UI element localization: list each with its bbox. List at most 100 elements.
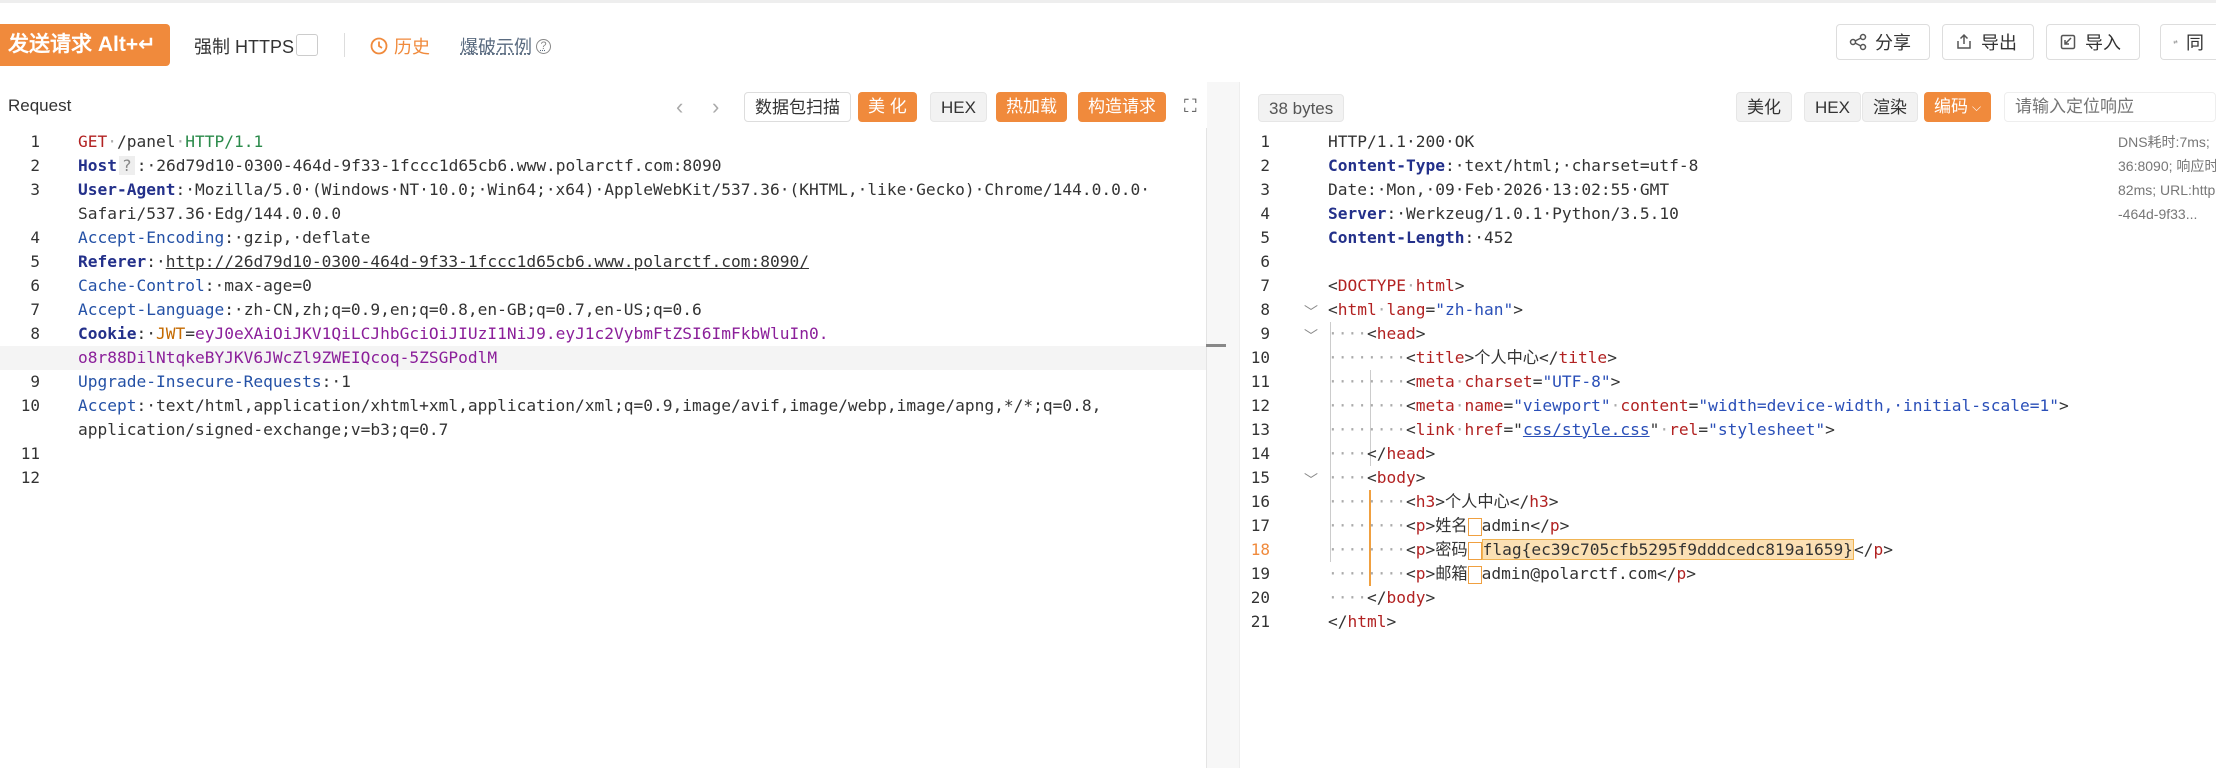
line-number: 1: [1260, 132, 1270, 151]
resp-hex-button[interactable]: HEX: [1804, 92, 1861, 122]
referer-link[interactable]: http://26d79d10-0300-464d-9f33-1fccc1d65…: [166, 252, 809, 271]
line-number: 9: [1260, 324, 1270, 343]
html-line: ········<link·href="css/style.css"·rel="…: [1328, 420, 1835, 439]
header-key: Server: [1328, 204, 1387, 223]
http-method: GET: [78, 132, 108, 151]
html-line: <html·lang="zh-han">: [1328, 300, 1523, 319]
response-editor[interactable]: 1 2 3 4 5 6 7 8 9 10 11 12 13 14 15 16 1…: [1240, 130, 2216, 768]
request-editor[interactable]: 1 2 3 4 5 6 7 8 9 10 11 12 GET·/panel·HT…: [0, 130, 1206, 768]
packet-scan-button[interactable]: 数据包扫描: [744, 92, 851, 122]
field-value: admin: [1481, 516, 1531, 535]
line-number: 12: [20, 468, 40, 487]
header-line: Upgrade-Insecure-Requests:·1: [78, 372, 351, 391]
line-number: 4: [30, 228, 40, 247]
divider: [344, 33, 345, 57]
line-number: 5: [30, 252, 40, 271]
header-key: Content-Type: [1328, 156, 1445, 175]
resp-beautify-button[interactable]: 美化: [1736, 92, 1792, 122]
force-https-checkbox[interactable]: [296, 34, 318, 56]
render-button[interactable]: 渲染: [1862, 92, 1918, 122]
build-request-button[interactable]: 构造请求: [1078, 92, 1166, 122]
help-icon: ?: [536, 38, 551, 54]
fold-chevron-icon[interactable]: ﹀: [1304, 326, 1318, 346]
prev-arrow-icon[interactable]: ‹: [676, 94, 683, 120]
cut-off-button[interactable]: 同: [2160, 24, 2216, 60]
line-number: 8: [30, 324, 40, 343]
encode-dropdown[interactable]: 编码 ⌵: [1924, 92, 1992, 122]
header-key: Referer: [78, 252, 147, 271]
send-request-button[interactable]: 发送请求 Alt+↵: [0, 24, 170, 66]
css-link[interactable]: css/style.css: [1523, 420, 1650, 439]
attr-value: "zh-han": [1435, 300, 1514, 319]
fold-chevron-icon[interactable]: ﹀: [1304, 470, 1318, 490]
field-label: 姓名: [1435, 516, 1468, 535]
import-label: 导入: [2085, 33, 2121, 53]
html-line: </html>: [1328, 612, 1397, 631]
header-value: 1: [341, 372, 351, 391]
field-label: 密码: [1435, 540, 1468, 559]
bracket-marker: [1467, 565, 1482, 584]
html-line: ····<body>: [1328, 468, 1426, 487]
top-toolbar: 发送请求 Alt+↵ 强制 HTTPS 历史 爆破示例 ? 分享 导出 导入 同: [0, 0, 2216, 82]
history-button[interactable]: 历史: [370, 33, 430, 59]
header-value: application/signed-exchange;v=b3;q=0.7: [78, 420, 449, 439]
request-path: /panel: [117, 132, 176, 151]
burst-example-label: 爆破示例: [460, 37, 532, 57]
scroll-thumb[interactable]: [1206, 344, 1226, 347]
cookie-value: o8r88DilNtqkeBYJKV6JWcZl9ZWEIQcoq-5ZSGPo…: [78, 348, 498, 367]
line-number: 21: [1250, 612, 1270, 631]
line-number: 3: [30, 180, 40, 199]
header-value: Mozilla/5.0·(Windows·NT·10.0;·Win64;·x64…: [194, 180, 1151, 199]
share-button[interactable]: 分享: [1836, 24, 1930, 60]
header-line-wrap: o8r88DilNtqkeBYJKV6JWcZl9ZWEIQcoq-5ZSGPo…: [78, 346, 497, 370]
header-line: User-Agent:·Mozilla/5.0·(Windows·NT·10.0…: [78, 180, 1151, 199]
header-key: Host: [78, 156, 117, 175]
line-number: 6: [1260, 252, 1270, 271]
beautify-button[interactable]: 美 化: [858, 92, 917, 122]
chevron-down-icon: ⌵: [1972, 100, 1982, 114]
fold-chevron-icon[interactable]: ﹀: [1304, 302, 1318, 322]
header-value: text/html,application/xhtml+xml,applicat…: [155, 396, 1102, 415]
header-line: Cookie:·JWT=eyJ0eXAiOiJKV1QiLCJhbGciOiJI…: [78, 324, 829, 343]
html-tag: DOCTYPE: [1337, 276, 1406, 295]
line-number: 8: [1260, 300, 1270, 319]
bracket-marker: [1467, 541, 1482, 560]
line-number: 6: [30, 276, 40, 295]
html-attr: lang: [1386, 300, 1426, 319]
header-line: Date:·Mon,·09·Feb·2026·13:02:55·GMT: [1328, 180, 1670, 199]
protocol: HTTP/1.1: [185, 132, 264, 151]
hotload-button[interactable]: 热加载: [996, 92, 1067, 122]
line-number: 11: [20, 444, 40, 463]
bracket-marker: [1467, 517, 1482, 536]
header-value: zh-CN,zh;q=0.9,en;q=0.8,en-GB;q=0.7,en-U…: [243, 300, 702, 319]
line-number: 4: [1260, 204, 1270, 223]
html-line: ········<h3>个人中心</h3>: [1328, 492, 1559, 511]
html-line: ····<head>: [1328, 324, 1426, 343]
line-number: 20: [1250, 588, 1270, 607]
burst-example-link[interactable]: 爆破示例 ?: [460, 33, 551, 59]
header-key: Content-Length: [1328, 228, 1465, 247]
import-button[interactable]: 导入: [2046, 24, 2140, 60]
locate-response-input[interactable]: [2004, 92, 2216, 122]
splitter[interactable]: [1207, 82, 1239, 768]
html-line-active: ········<p>密码 flag{ec39c705cfb5295f9dddce…: [1328, 539, 1893, 560]
header-key: Cookie: [78, 324, 137, 343]
line-number: 14: [1250, 444, 1270, 463]
line-number: 10: [20, 396, 40, 415]
line-number: 7: [30, 300, 40, 319]
header-key: Cache-Control: [78, 276, 205, 295]
fullscreen-icon[interactable]: ⛶: [1184, 96, 1197, 117]
html-tag: head: [1376, 324, 1416, 343]
status-text: HTTP/1.1·200·OK: [1328, 132, 1475, 151]
header-line: Content-Length:·452: [1328, 228, 1514, 247]
export-button[interactable]: 导出: [1942, 24, 2034, 60]
hex-button[interactable]: HEX: [930, 92, 987, 122]
flag-value[interactable]: flag{ec39c705cfb5295f9dddcedc819a1659}: [1481, 539, 1854, 560]
header-value: text/html;·charset=utf-8: [1464, 156, 1699, 175]
attr-value: "stylesheet": [1708, 420, 1826, 439]
clock-icon: [370, 37, 388, 55]
next-arrow-icon[interactable]: ›: [712, 94, 719, 120]
line-number: 16: [1250, 492, 1270, 511]
line-number: 12: [1250, 396, 1270, 415]
cookie-name: JWT: [155, 324, 186, 343]
